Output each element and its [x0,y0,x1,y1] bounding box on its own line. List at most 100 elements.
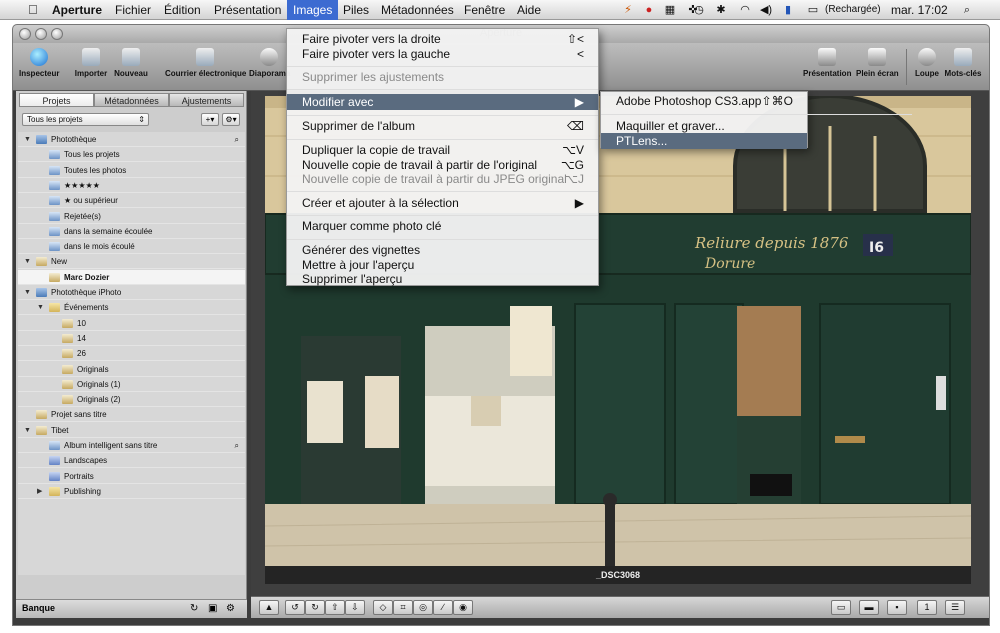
eye-tool-button[interactable]: ◉ [453,600,473,615]
volume-icon[interactable]: ◀) [759,3,773,17]
wifi-icon[interactable]: ◠ [738,3,752,17]
battery-icon[interactable]: ▭ [806,3,820,17]
disclosure-open-icon[interactable]: ▼ [37,300,44,315]
menu-images[interactable]: Images [287,0,339,20]
script-icon[interactable]: ⚡ [621,3,635,17]
stamp-tool-button[interactable]: ⇩ [345,600,365,615]
menu-item[interactable]: Maquiller et graver... [601,119,807,133]
menu-fenetre[interactable]: Fenêtre [464,0,505,20]
disclosure-open-icon[interactable]: ▼ [24,423,31,438]
tree-row-label: New [51,257,68,267]
tree-row[interactable]: dans le mois écoulé [18,239,245,255]
menu-item[interactable]: Marquer comme photo clé [287,219,598,233]
app-status-icon[interactable]: ● [642,3,656,17]
disclosure-closed-icon[interactable]: ▶ [37,484,42,499]
list-view-button[interactable]: ☰ [945,600,965,615]
tree-row[interactable]: ▶ Publishing [18,484,245,499]
tree-row[interactable]: Rejetée(s) [18,209,245,224]
email-button[interactable]: Courrier électronique [165,48,246,78]
app-menu[interactable]: Aperture [52,0,102,20]
menu-presentation[interactable]: Présentation [214,0,281,20]
tree-row[interactable]: Portraits [18,469,245,484]
gear-icon[interactable]: ⚙ [226,603,235,614]
red-eye-button[interactable]: ∕ [433,600,453,615]
tree-row[interactable]: dans la semaine écoulée [18,224,245,239]
tree-row[interactable]: ★★★★★ [18,178,245,193]
tab-ajustements[interactable]: Ajustements [169,93,244,107]
add-item-button[interactable]: +▾ [201,113,219,126]
slideshow-button[interactable]: Diaporama [249,48,290,78]
rotate-right-button[interactable]: ↻ [305,600,325,615]
menu-item[interactable]: Supprimer l'aperçu [287,272,598,286]
tree-row[interactable]: Originals (2) [18,392,245,408]
flag-icon[interactable]: ▮ [781,3,795,17]
tree-row[interactable]: Tous les projets [18,147,245,163]
fullscreen-button[interactable]: Plein écran [856,48,899,78]
tree-row[interactable]: Toutes les photos [18,163,245,178]
spotlight-icon[interactable]: ⌕ [960,3,974,17]
tree-row[interactable]: Marc Dozier [18,269,245,285]
menu-metadonnees[interactable]: Métadonnées [381,0,454,20]
menu-item[interactable]: Créer et ajouter à la sélection ▶ [287,196,598,210]
disclosure-open-icon[interactable]: ▼ [24,132,31,147]
tree-row[interactable]: 10 [18,316,245,331]
time-machine-icon[interactable]: ◷ [692,3,706,17]
sync-icon[interactable]: ↻ [190,603,198,614]
tab-projets[interactable]: Projets [19,93,94,107]
clock[interactable]: mar. 17:02 [891,0,948,20]
menu-item[interactable]: Faire pivoter vers la gauche < [287,47,598,61]
bluetooth-icon[interactable]: ✱ [714,3,728,17]
menu-item[interactable]: Modifier avec ▶ [287,93,598,110]
menu-item[interactable]: Supprimer de l'album ⌫ [287,119,598,133]
tree-row[interactable]: ▼ Tibet [18,423,245,438]
menu-item[interactable]: Nouvelle copie de travail à partir de l'… [287,158,598,172]
battery-status[interactable]: (Rechargée) [825,0,881,20]
tree-row[interactable]: ▼ Photothèque iPhoto [18,285,245,300]
browser-view-button[interactable]: ▬ [859,600,879,615]
apple-menu-icon[interactable]:  [28,2,38,17]
tree-row[interactable]: Originals (1) [18,377,245,392]
lift-tool-button[interactable]: ⇧ [325,600,345,615]
tree-row[interactable]: ★ ou supérieur [18,193,245,209]
disclosure-open-icon[interactable]: ▼ [24,254,31,269]
menu-edition[interactable]: Édition [164,0,201,20]
split-view-button[interactable]: ▪ [887,600,907,615]
import-button[interactable]: Importer [73,48,109,78]
tab-metadonnees[interactable]: Métadonnées [94,93,169,107]
projects-filter-select[interactable]: Tous les projets ⇕ [22,113,149,126]
keywords-button[interactable]: Mots-clés [943,48,983,78]
menu-item[interactable]: Faire pivoter vers la droite ⇧< [287,32,598,46]
new-button[interactable]: Nouveau [113,48,149,78]
menu-item[interactable]: Mettre à jour l'aperçu [287,258,598,272]
single-view-button[interactable]: 1 [917,600,937,615]
tree-row[interactable]: 14 [18,331,245,346]
menu-item[interactable]: PTLens... [601,133,807,149]
tree-row[interactable]: ▼ Événements [18,300,245,316]
tree-row[interactable]: ▼ Photothèque ⌕ [18,132,245,147]
vault-icon[interactable]: ▣ [208,603,217,614]
monitor-view-button[interactable]: ▭ [831,600,851,615]
rotate-left-button[interactable]: ↺ [285,600,305,615]
tree-row[interactable]: ▼ New [18,254,245,270]
tree-row[interactable]: Projet sans titre [18,407,245,423]
crop-tool-button[interactable]: ⌗ [393,600,413,615]
select-tool-button[interactable]: ▲ [259,600,279,615]
menu-item[interactable]: Adobe Photoshop CS3.app ⇧⌘O [601,94,807,108]
presentation-button[interactable]: Présentation [803,48,851,78]
menu-item[interactable]: Dupliquer la copie de travail ⌥V [287,143,598,157]
tree-row[interactable]: Originals [18,362,245,377]
tree-row[interactable]: Album intelligent sans titre ⌕ [18,438,245,453]
menu-item[interactable]: Générer des vignettes [287,243,598,257]
menu-aide[interactable]: Aide [517,0,541,20]
tree-row[interactable]: 26 [18,346,245,362]
loupe-button[interactable]: Loupe [913,48,941,78]
menu-piles[interactable]: Piles [343,0,369,20]
calendar-icon[interactable]: ▦ [663,3,677,17]
spot-patch-button[interactable]: ◎ [413,600,433,615]
straighten-tool-button[interactable]: ◇ [373,600,393,615]
action-gear-button[interactable]: ⚙▾ [222,113,240,126]
disclosure-open-icon[interactable]: ▼ [24,285,31,300]
tree-row[interactable]: Landscapes [18,453,245,469]
menu-fichier[interactable]: Fichier [115,0,151,20]
inspector-button[interactable]: Inspecteur [19,48,59,78]
